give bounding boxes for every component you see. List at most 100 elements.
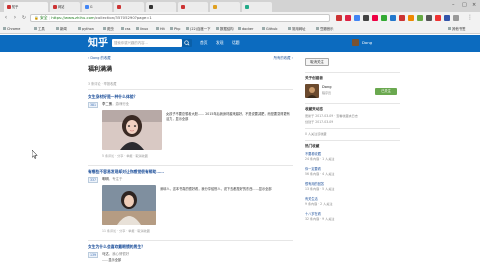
answer-author[interactable]: 马达，我心情很好 xyxy=(102,252,129,257)
answer-actions[interactable]: 11 条评论 · 分享 · 举报 · 取消收藏 xyxy=(102,229,150,234)
browser-tab[interactable]: 网站 xyxy=(50,2,80,12)
question-title[interactable]: 女生为什么会喜欢戴眼镜的男生？ xyxy=(88,244,145,249)
vote-count[interactable]: 337 xyxy=(88,177,98,183)
extension-icon[interactable] xyxy=(426,15,432,21)
bookmark[interactable]: Php xyxy=(170,26,180,32)
author-name[interactable]: 马达 xyxy=(102,252,109,256)
browser-tab[interactable] xyxy=(146,2,176,12)
answer-excerpt[interactable]: ……显示全部 xyxy=(102,258,291,268)
site-favicon-icon xyxy=(53,5,57,9)
bookmark[interactable]: 豆瓣音乐 xyxy=(316,26,334,32)
activity-updated[interactable]: 更新于 2017-03-09 · 查看收藏夹日志 xyxy=(305,114,358,119)
nav-home[interactable]: 首页 xyxy=(200,40,208,46)
avatar[interactable] xyxy=(352,39,359,46)
extension-icon[interactable] xyxy=(453,15,459,21)
extension-icon[interactable] xyxy=(444,15,450,21)
nav-topics[interactable]: 话题 xyxy=(232,40,240,46)
site-favicon-icon xyxy=(117,5,121,9)
close-icon[interactable]: × xyxy=(472,2,476,8)
creator-avatar[interactable] xyxy=(305,84,319,98)
bookmark[interactable]: 数据结构 xyxy=(216,26,234,32)
vote-count[interactable]: 139 xyxy=(88,252,98,258)
extension-icon[interactable] xyxy=(381,15,387,21)
extension-icon[interactable] xyxy=(354,15,360,21)
extension-icon[interactable] xyxy=(399,15,405,21)
author-signature: ，专注于 xyxy=(108,177,123,181)
extension-icon[interactable] xyxy=(372,15,378,21)
vote-count[interactable]: 381 xyxy=(88,102,98,108)
bookmark[interactable]: Chrome xyxy=(3,26,20,32)
site-favicon-icon xyxy=(213,5,217,9)
creator-bio: 程序员 xyxy=(322,91,332,95)
follow-user-button[interactable]: 已关注 xyxy=(375,88,397,95)
search-button[interactable] xyxy=(182,39,192,47)
bookmark[interactable]: 其他书签 xyxy=(448,26,466,32)
hot-collection-link[interactable]: 有关生活 xyxy=(305,197,318,202)
extension-icon[interactable] xyxy=(345,15,351,21)
browser-tab[interactable] xyxy=(178,2,208,12)
browser-tab[interactable] xyxy=(242,2,272,12)
address-bar[interactable]: 🔒 安全 | https://www.zhihu.com/collection/… xyxy=(30,14,330,22)
bookmark[interactable]: 爬虫 xyxy=(103,26,114,32)
menu-icon[interactable]: ⋮ xyxy=(466,14,474,22)
question-title[interactable]: 有哪些不容易发现却对让你感觉很有帮助…… xyxy=(88,169,164,174)
collection-meta[interactable]: 3 条评论 · 举报收藏 xyxy=(88,82,116,87)
browser-tab[interactable]: 知乎 xyxy=(4,2,48,12)
bookmark[interactable]: Hit xyxy=(156,26,165,32)
google-favicon-icon xyxy=(85,5,89,9)
bookmark[interactable]: 常用网址 xyxy=(288,26,306,32)
extension-icon[interactable] xyxy=(363,15,369,21)
extension-icon[interactable] xyxy=(336,15,342,21)
hot-collection-meta: 24 条内容 · 1 人关注 xyxy=(305,157,335,161)
unfollow-button[interactable]: 取消关注 xyxy=(305,58,329,66)
hot-collection-link[interactable]: 十八岁在看 xyxy=(305,212,321,217)
browser-tab[interactable] xyxy=(114,2,144,12)
nav-explore[interactable]: 发现 xyxy=(216,40,224,46)
hot-collection-meta: 32 条内容 · 9 人关注 xyxy=(305,217,335,221)
browser-tab[interactable]: G xyxy=(82,2,112,12)
hot-collection-link[interactable]: 很有用的回答 xyxy=(305,182,324,187)
author-signature: ，我心情很好 xyxy=(108,252,130,256)
minimize-icon[interactable]: – xyxy=(452,2,455,8)
user-name[interactable]: Dong xyxy=(362,40,372,46)
question-title[interactable]: 女生身材好是一种什么体验？ xyxy=(88,94,137,99)
bookmark[interactable]: python xyxy=(78,26,94,32)
answer-thumbnail[interactable] xyxy=(102,110,162,150)
page-title: 福利满满 xyxy=(88,66,113,73)
extension-icon[interactable] xyxy=(408,15,414,21)
hot-collection-link[interactable]: 不要看收藏 xyxy=(305,152,321,157)
bookmark[interactable]: 新闻 xyxy=(56,26,67,32)
bookmark[interactable]: docker xyxy=(238,26,253,32)
browser-tab[interactable] xyxy=(210,2,240,12)
bookmark[interactable]: css xyxy=(121,26,130,32)
author-name[interactable]: 李二蛋 xyxy=(102,102,112,106)
all-collections-link[interactable]: 所有的收藏 › xyxy=(274,56,293,61)
extension-icon[interactable] xyxy=(390,15,396,21)
maximize-icon[interactable]: □ xyxy=(462,2,467,8)
zhihu-logo[interactable]: 知乎 xyxy=(88,37,108,50)
author-name[interactable]: 明明 xyxy=(102,177,109,181)
divider xyxy=(88,165,293,166)
answer-excerpt[interactable]: 女孩子不要总想着大胆…… 2015年后我身材越来越好，不是说要减肥，而是要变得更… xyxy=(166,112,291,126)
bookmark[interactable]: Github xyxy=(262,26,277,32)
answer-thumbnail[interactable] xyxy=(102,185,156,225)
breadcrumb[interactable]: ‹ Dong 的收藏 xyxy=(88,56,111,61)
back-icon[interactable]: ‹ xyxy=(2,14,10,22)
mouse-cursor-icon xyxy=(32,150,38,159)
answer-actions[interactable]: 5 条评论 · 分享 · 举报 · 取消收藏 xyxy=(102,154,148,159)
lock-icon: 🔒 xyxy=(34,15,39,20)
hot-collection-link[interactable]: 你一定要看 xyxy=(305,167,321,172)
answer-author[interactable]: 明明，专注于 xyxy=(102,177,122,182)
answer-author[interactable]: 李二蛋，游戏行业 xyxy=(102,102,129,107)
reload-icon[interactable]: ↻ xyxy=(20,14,28,22)
bookmark[interactable]: (22)百度一下 xyxy=(186,26,211,32)
answer-excerpt[interactable]: 深圳人，这本书真的很好看，我分享给别人，说下去都是好的东西……显示全部 xyxy=(160,187,291,211)
extension-icon[interactable] xyxy=(435,15,441,21)
followers-count[interactable]: 0 人关注该收藏 xyxy=(305,132,327,137)
search-input[interactable]: 搜索你感兴趣的内容... xyxy=(112,39,182,47)
forward-icon[interactable]: › xyxy=(11,14,19,22)
creator-name[interactable]: Dong xyxy=(322,85,332,90)
bookmark[interactable]: 工具 xyxy=(34,26,45,32)
extension-icon[interactable] xyxy=(417,15,423,21)
bookmark[interactable]: linux xyxy=(136,26,148,32)
